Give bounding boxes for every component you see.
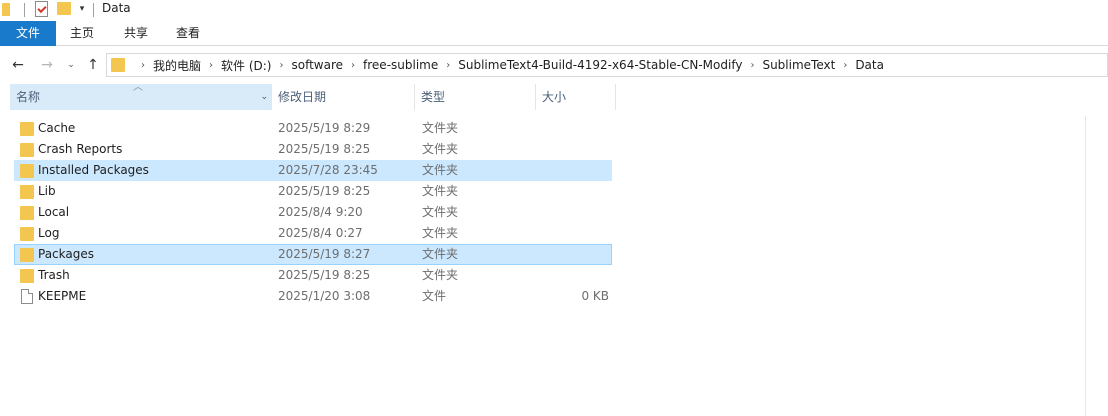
navigation-bar: ← → ⌄ ↑ › 我的电脑 › 软件 (D:) › software › fr… [0, 51, 1108, 79]
column-header-label: 名称 [16, 90, 41, 104]
folder-icon [20, 122, 34, 136]
chevron-right-icon[interactable]: › [750, 60, 754, 71]
file-size [535, 140, 609, 159]
file-type: 文件 [422, 289, 447, 303]
list-item[interactable]: Local 2025/8/4 9:20 文件夹 [14, 202, 612, 223]
folder-icon [20, 227, 34, 241]
tab-home[interactable]: 主页 [62, 21, 102, 46]
file-size [535, 182, 609, 201]
scrollbar-track[interactable] [1085, 116, 1086, 416]
file-name: Lib [38, 184, 56, 198]
folder-icon [20, 143, 34, 157]
file-name: Packages [38, 247, 94, 261]
file-date: 2025/1/20 3:08 [278, 289, 371, 303]
breadcrumb-item[interactable]: software [291, 58, 343, 72]
file-date: 2025/8/4 9:20 [278, 205, 363, 219]
file-type: 文件夹 [422, 226, 459, 240]
file-name: KEEPME [38, 289, 87, 303]
file-size [535, 203, 609, 222]
column-header-date[interactable]: 修改日期 [272, 84, 415, 110]
list-item[interactable]: KEEPME 2025/1/20 3:08 文件 0 KB [14, 286, 612, 307]
new-folder-icon[interactable] [57, 2, 71, 15]
file-date: 2025/5/19 8:29 [278, 121, 371, 135]
breadcrumb-item[interactable]: 软件 (D:) [221, 57, 271, 74]
chevron-right-icon[interactable]: › [351, 60, 355, 71]
breadcrumb-item[interactable]: Data [855, 58, 884, 72]
breadcrumb-item[interactable]: free-sublime [363, 58, 438, 72]
ribbon-tabs: 文件 主页 共享 查看 [0, 21, 1108, 46]
file-size [535, 161, 609, 180]
file-icon [21, 289, 33, 304]
folder-icon [20, 269, 34, 283]
list-item[interactable]: Packages 2025/5/19 8:27 文件夹 [14, 244, 612, 265]
file-date: 2025/5/19 8:25 [278, 142, 371, 156]
chevron-right-icon[interactable]: › [141, 60, 145, 71]
file-size [535, 266, 609, 285]
folder-icon [20, 206, 34, 220]
chevron-right-icon[interactable]: › [843, 60, 847, 71]
toolbar-separator [24, 3, 25, 17]
tab-view[interactable]: 查看 [168, 21, 208, 46]
column-header-name[interactable]: ︿ 名称 ⌄ [10, 82, 272, 110]
file-size: 0 KB [581, 289, 609, 303]
breadcrumb-item[interactable]: SublimeText4-Build-4192-x64-Stable-CN-Mo… [458, 58, 742, 72]
address-bar[interactable]: › 我的电脑 › 软件 (D:) › software › free-subli… [106, 53, 1108, 77]
file-name: Crash Reports [38, 142, 123, 156]
file-type: 文件夹 [422, 205, 459, 219]
up-arrow-icon[interactable]: ↑ [84, 54, 102, 76]
file-type: 文件夹 [422, 121, 459, 135]
breadcrumb-item[interactable]: SublimeText [762, 58, 835, 72]
list-item[interactable]: Trash 2025/5/19 8:25 文件夹 [14, 265, 612, 286]
file-name: Local [38, 205, 70, 219]
file-type: 文件夹 [422, 142, 459, 156]
folder-icon [2, 3, 10, 16]
list-item[interactable]: Lib 2025/5/19 8:25 文件夹 [14, 181, 612, 202]
file-name: Log [38, 226, 60, 240]
breadcrumb-item[interactable]: 我的电脑 [153, 57, 201, 74]
quick-access-dropdown-icon[interactable]: ▾ [77, 2, 87, 16]
folder-icon [111, 58, 125, 72]
file-type: 文件夹 [422, 247, 459, 261]
properties-icon[interactable] [35, 1, 48, 17]
tab-share[interactable]: 共享 [116, 21, 156, 46]
list-item[interactable]: Log 2025/8/4 0:27 文件夹 [14, 223, 612, 244]
file-type: 文件夹 [422, 184, 459, 198]
chevron-down-icon[interactable]: ⌄ [260, 84, 268, 110]
chevron-right-icon[interactable]: › [446, 60, 450, 71]
list-item[interactable]: Crash Reports 2025/5/19 8:25 文件夹 [14, 139, 612, 160]
file-name: Trash [38, 268, 70, 282]
chevron-right-icon[interactable]: › [279, 60, 283, 71]
file-size [535, 245, 609, 264]
file-name: Cache [38, 121, 76, 135]
window-title: Data [102, 1, 131, 15]
title-bar: ▾ Data [0, 0, 1108, 20]
file-date: 2025/8/4 0:27 [278, 226, 363, 240]
column-header-type[interactable]: 类型 [415, 84, 536, 110]
file-date: 2025/7/28 23:45 [278, 163, 378, 177]
back-arrow-icon[interactable]: ← [9, 54, 27, 76]
list-item[interactable]: Cache 2025/5/19 8:29 文件夹 [14, 118, 612, 139]
folder-icon [20, 164, 34, 178]
tab-file[interactable]: 文件 [0, 21, 56, 46]
file-size [535, 224, 609, 243]
file-type: 文件夹 [422, 268, 459, 282]
file-date: 2025/5/19 8:25 [278, 268, 371, 282]
toolbar-separator [93, 3, 94, 17]
folder-icon [20, 185, 34, 199]
file-date: 2025/5/19 8:27 [278, 247, 371, 261]
column-headers: ︿ 名称 ⌄ 修改日期 类型 大小 [0, 82, 1108, 110]
list-item[interactable]: Installed Packages 2025/7/28 23:45 文件夹 [14, 160, 612, 181]
folder-icon [20, 248, 34, 262]
file-name: Installed Packages [38, 163, 149, 177]
sort-ascending-icon: ︿ [133, 82, 143, 93]
file-type: 文件夹 [422, 163, 459, 177]
forward-arrow-icon[interactable]: → [38, 54, 56, 76]
recent-locations-chevron-icon[interactable]: ⌄ [64, 54, 78, 76]
file-date: 2025/5/19 8:25 [278, 184, 371, 198]
column-header-size[interactable]: 大小 [536, 84, 616, 110]
chevron-right-icon[interactable]: › [209, 60, 213, 71]
file-size [535, 119, 609, 138]
